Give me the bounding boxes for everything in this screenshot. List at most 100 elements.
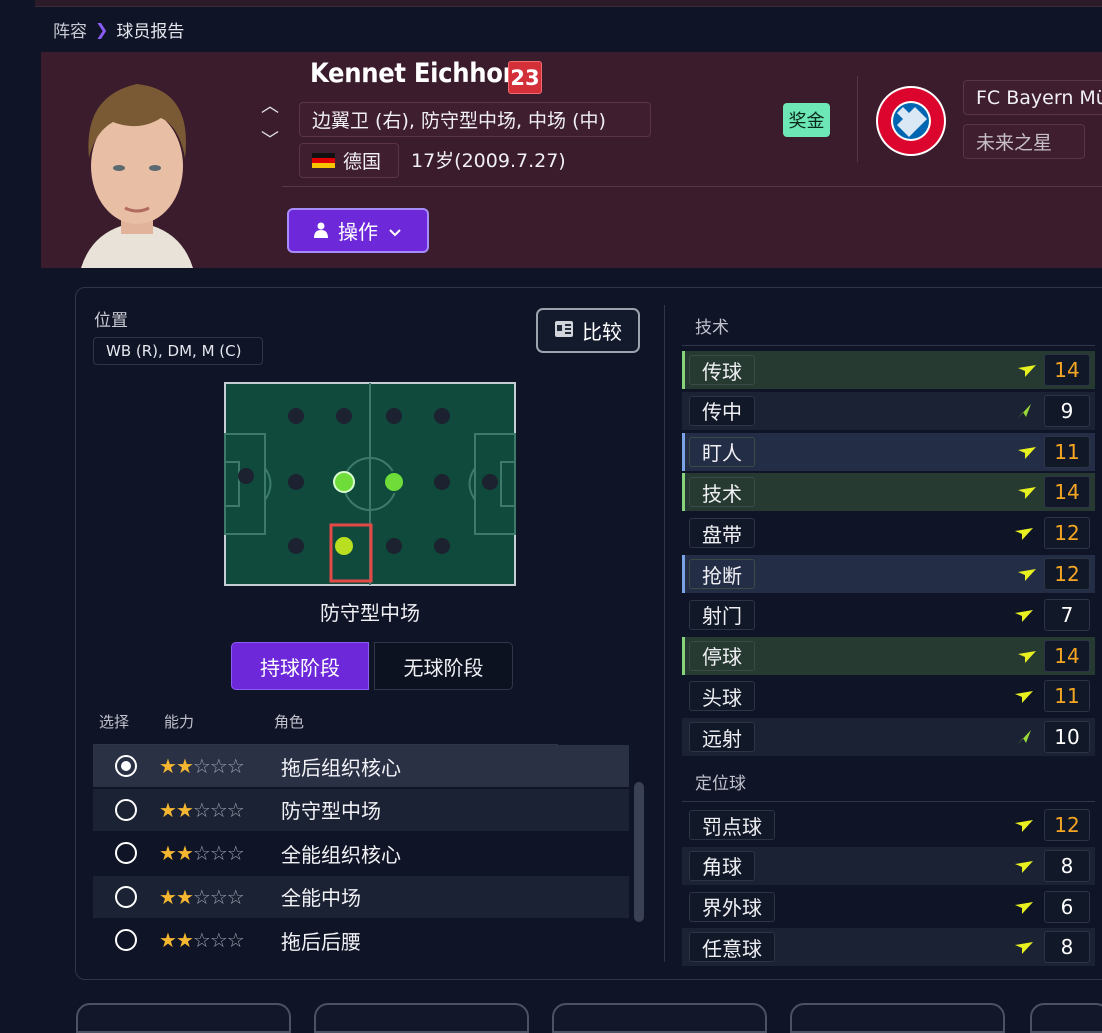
attribute-row[interactable]: 盘带 12 <box>682 514 1095 552</box>
trend-flat-icon <box>1017 482 1037 502</box>
attribute-name: 罚点球 <box>689 810 775 840</box>
bottom-tab-3[interactable] <box>552 1003 767 1033</box>
star-rating-icon: ★★☆☆☆ <box>159 884 245 909</box>
actions-button[interactable]: 操作 <box>287 208 429 253</box>
tab-out-of-possession[interactable]: 无球阶段 <box>374 642 513 690</box>
player-nav: ︿ ﹀ <box>259 92 281 152</box>
club-status-tag: 未来之星 <box>963 124 1085 159</box>
radio-unselected-icon[interactable] <box>115 842 137 865</box>
breadcrumb-current: 球员报告 <box>116 21 185 42</box>
role-row[interactable]: ★★☆☆☆ 防守型中场 <box>93 788 629 831</box>
trend-flat-icon <box>1017 564 1037 584</box>
position-label: 位置 <box>94 311 128 331</box>
role-row[interactable]: ★★☆☆☆ 拖后后腰 <box>93 919 629 961</box>
trend-flat-icon <box>1017 442 1037 462</box>
trend-up-icon <box>1014 727 1034 747</box>
tab-in-possession[interactable]: 持球阶段 <box>231 642 369 690</box>
breadcrumb-parent[interactable]: 阵容 <box>53 17 87 42</box>
attribute-row[interactable]: 抢断 12 <box>682 555 1095 593</box>
attribute-value: 12 <box>1044 517 1090 550</box>
attribute-value: 8 <box>1044 849 1090 882</box>
squad-number-badge: 23 <box>508 61 542 94</box>
trend-flat-icon <box>1014 856 1034 876</box>
attribute-value: 10 <box>1044 721 1090 754</box>
compare-label: 比较 <box>582 320 622 344</box>
column-header-role: 角色 <box>274 713 305 731</box>
position-tag: WB (R), DM, M (C) <box>93 337 263 365</box>
bottom-tab-1[interactable] <box>76 1003 291 1033</box>
attribute-row[interactable]: 远射 10 <box>682 718 1095 757</box>
role-list-scrollbar[interactable] <box>634 782 644 922</box>
player-photo <box>61 66 213 268</box>
attribute-name: 界外球 <box>689 891 775 922</box>
star-rating-icon: ★★☆☆☆ <box>159 841 245 866</box>
attribute-row[interactable]: 停球 14 <box>682 636 1095 675</box>
club-name[interactable]: FC Bayern Mü <box>963 80 1102 115</box>
player-header: ︿ ﹀ Kennet Eichhorn 23 边翼卫 (右), 防守型中场, 中… <box>41 52 1102 268</box>
attribute-row[interactable]: 传中 9 <box>682 391 1095 430</box>
attribute-row[interactable]: 角球 8 <box>682 846 1095 885</box>
attribute-row[interactable]: 头球 11 <box>682 677 1095 715</box>
attribute-row[interactable]: 界外球 6 <box>682 888 1095 926</box>
attribute-row[interactable]: 射门 7 <box>682 596 1095 634</box>
chevron-right-icon: ❯ <box>95 19 109 39</box>
trend-flat-icon <box>1014 937 1034 957</box>
attribute-value: 12 <box>1044 809 1090 841</box>
bonus-badge[interactable]: 奖金 <box>783 103 830 137</box>
person-icon <box>314 219 328 243</box>
club-crest-icon[interactable] <box>875 85 947 157</box>
player-positions: 边翼卫 (右), 防守型中场, 中场 (中) <box>299 102 651 137</box>
chevron-up-icon[interactable]: ︿ <box>261 92 279 118</box>
attribute-name: 任意球 <box>689 932 775 963</box>
role-row[interactable]: ★★☆☆☆ 拖后组织核心 <box>93 745 629 787</box>
technical-divider <box>682 345 1095 346</box>
pitch-caption: 防守型中场 <box>320 601 420 625</box>
attribute-row[interactable]: 盯人 11 <box>682 432 1095 471</box>
chevron-down-icon[interactable]: ﹀ <box>261 126 279 152</box>
nationality-label: 德国 <box>343 151 382 173</box>
attribute-name: 盘带 <box>689 518 755 549</box>
attribute-value: 6 <box>1044 890 1090 923</box>
compare-button[interactable]: 比较 <box>536 308 640 353</box>
attribute-name: 盯人 <box>689 436 755 467</box>
star-rating-icon: ★★☆☆☆ <box>159 754 245 778</box>
radio-selected-icon[interactable] <box>115 755 137 777</box>
attribute-row[interactable]: 罚点球 12 <box>682 806 1095 844</box>
role-row[interactable]: ★★☆☆☆ 全能中场 <box>93 875 629 918</box>
attribute-row[interactable]: 传球 14 <box>682 351 1095 389</box>
attribute-name: 停球 <box>689 640 755 671</box>
attribute-row[interactable]: 任意球 8 <box>682 928 1095 967</box>
bottom-tab-2[interactable] <box>314 1003 529 1033</box>
attribute-value: 11 <box>1044 680 1090 713</box>
role-row[interactable]: ★★☆☆☆ 全能组织核心 <box>93 832 629 874</box>
attribute-name: 头球 <box>689 681 755 712</box>
star-rating-icon: ★★☆☆☆ <box>159 797 245 822</box>
role-name: 全能组织核心 <box>281 842 401 867</box>
actions-label: 操作 <box>338 220 378 244</box>
header-divider <box>282 186 1102 187</box>
panel-divider <box>664 305 665 962</box>
bottom-tab-5[interactable] <box>1030 1003 1102 1033</box>
player-nationality: 德国 <box>299 143 399 178</box>
top-bar <box>35 0 1102 7</box>
role-name: 拖后后腰 <box>281 929 361 954</box>
attribute-name: 远射 <box>689 722 755 753</box>
radio-unselected-icon[interactable] <box>115 798 137 821</box>
position-pitch[interactable] <box>224 382 516 586</box>
attribute-row[interactable]: 技术 14 <box>682 473 1095 512</box>
trend-flat-icon <box>1014 523 1034 543</box>
set-pieces-divider <box>682 801 1095 802</box>
attribute-value: 14 <box>1044 476 1090 509</box>
attribute-value: 9 <box>1044 394 1090 427</box>
role-name: 全能中场 <box>281 886 361 911</box>
trend-flat-icon <box>1017 646 1037 666</box>
attribute-name: 抢断 <box>689 559 755 589</box>
radio-unselected-icon[interactable] <box>115 885 137 908</box>
technical-section-title: 技术 <box>695 318 729 338</box>
player-age: 17岁(2009.7.27) <box>411 150 566 172</box>
bottom-tab-4[interactable] <box>790 1003 1005 1033</box>
set-pieces-section-title: 定位球 <box>695 774 746 794</box>
radio-unselected-icon[interactable] <box>115 929 137 952</box>
compare-icon <box>554 319 574 343</box>
role-name: 防守型中场 <box>281 799 381 824</box>
